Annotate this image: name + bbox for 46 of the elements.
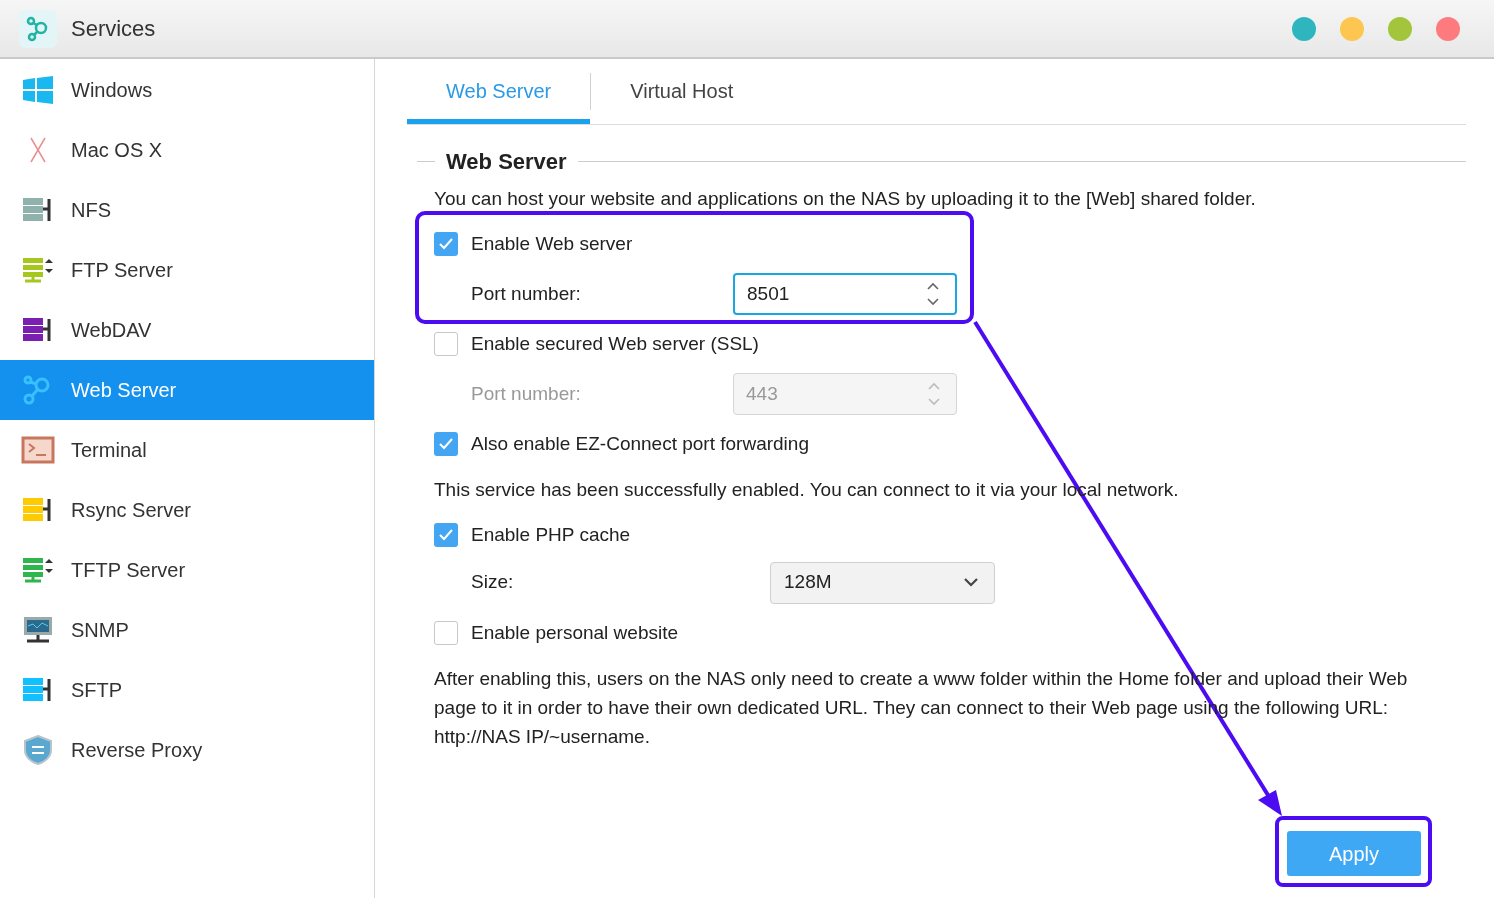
sidebar-item[interactable]: SFTP <box>0 660 374 720</box>
checkbox-label: Enable personal website <box>471 620 679 645</box>
sidebar-item[interactable]: SNMP <box>0 600 374 660</box>
window-control[interactable] <box>1292 16 1316 41</box>
checkbox[interactable] <box>434 232 458 256</box>
checkbox-label: Also enable EZ-Connect port forwarding <box>471 431 809 456</box>
tab[interactable]: Virtual Host <box>591 59 773 124</box>
chevron-down-icon <box>964 578 978 587</box>
window-control[interactable] <box>1436 16 1460 41</box>
app-icon <box>19 9 57 48</box>
sidebar-item[interactable]: NFS <box>0 180 374 240</box>
checkbox[interactable] <box>434 432 458 456</box>
checkbox-label: Enable PHP cache <box>471 522 631 547</box>
size-dropdown[interactable]: 128M <box>770 561 995 604</box>
sidebar-item[interactable]: Windows <box>0 60 374 120</box>
checkbox-label: Enable secured Web server (SSL) <box>471 331 759 356</box>
port-field[interactable]: 8501 <box>733 273 957 315</box>
sidebar-item[interactable]: FTP Server <box>0 240 374 300</box>
terminal-icon <box>21 435 55 465</box>
sidebar-item[interactable]: Terminal <box>0 420 374 480</box>
windows-icon <box>21 75 55 105</box>
description-text: You can host your website and applications on the NAS by uploading it to the [Web] shared folder. <box>434 187 1257 211</box>
sidebar-item[interactable]: TFTP Server <box>0 540 374 600</box>
sidebar-item[interactable]: Rsync Server <box>0 480 374 540</box>
server-transfer-icon <box>21 555 55 585</box>
checkbox[interactable] <box>434 621 458 645</box>
server-transfer-icon <box>21 255 55 285</box>
field-label: Size: <box>471 570 515 595</box>
sidebar-item[interactable]: Reverse Proxy <box>0 720 374 780</box>
sidebar-item[interactable]: Mac OS X <box>0 120 374 180</box>
check-icon <box>438 436 454 452</box>
window-control[interactable] <box>1388 16 1412 41</box>
checkbox[interactable] <box>434 523 458 547</box>
checkbox[interactable] <box>434 332 458 356</box>
monitor-icon <box>21 615 55 645</box>
window-control[interactable] <box>1340 16 1364 41</box>
check-icon <box>438 527 454 543</box>
shield-icon <box>21 735 55 765</box>
section-title: Web Server <box>445 148 568 176</box>
sidebar-item[interactable]: WebDAV <box>0 300 374 360</box>
field-label: Port number: <box>471 281 582 306</box>
checkbox-label: Enable Web server <box>471 231 633 256</box>
stepper-icon[interactable] <box>927 280 939 308</box>
field-label: Port number: <box>471 381 582 406</box>
check-icon <box>438 236 454 252</box>
window-title: Services <box>71 15 156 43</box>
